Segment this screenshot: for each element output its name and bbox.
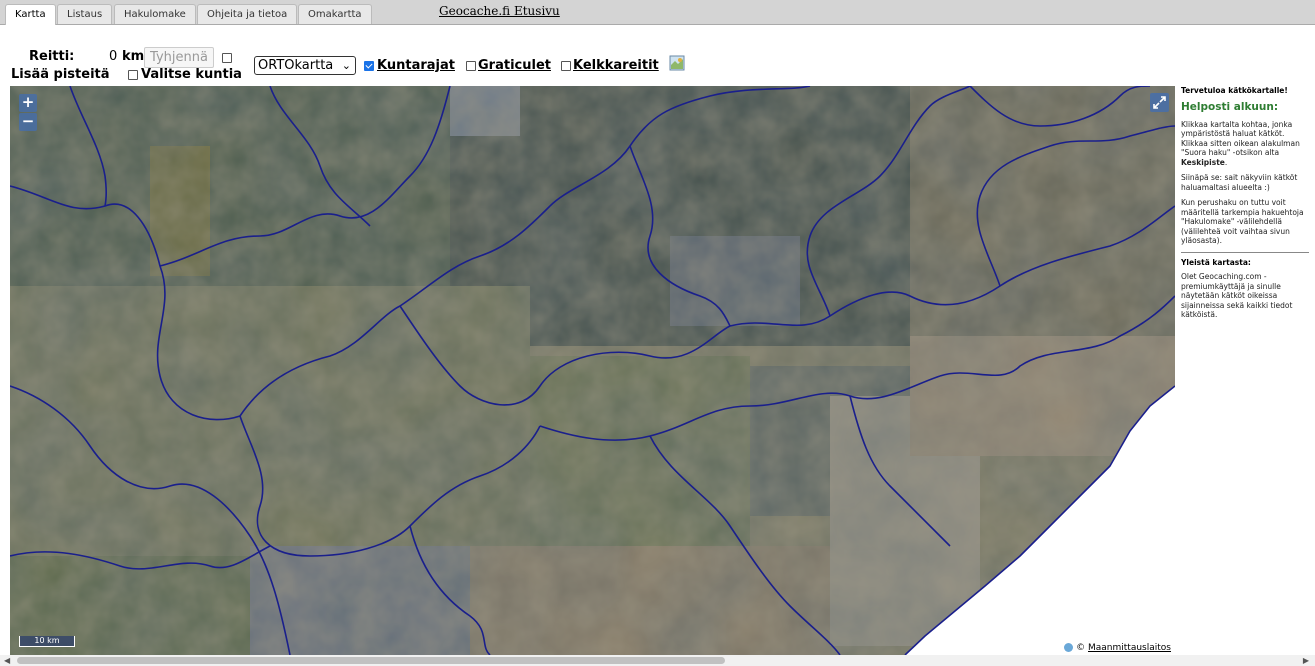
route-label: Reitti: — [29, 49, 75, 64]
fullscreen-button[interactable] — [1150, 93, 1169, 112]
select-municipalities-checkbox[interactable] — [128, 67, 138, 82]
graticules-link[interactable]: Graticulet — [478, 58, 551, 73]
chevron-down-icon: ⌄ — [341, 59, 351, 72]
home-link[interactable]: Geocache.fi Etusivu — [439, 4, 560, 18]
route-distance: 0 — [109, 49, 118, 64]
getting-started-heading: Helposti alkuun: — [1181, 100, 1279, 113]
clear-route-button[interactable]: Tyhjennä — [144, 47, 214, 68]
sled-routes-link[interactable]: Kelkkareitit — [573, 58, 659, 73]
copyright-symbol: © — [1076, 643, 1086, 653]
instructions-paragraph: Klikkaa kartalta kohtaa, jonka ympäristö… — [1181, 119, 1300, 167]
attribution-link[interactable]: Maanmittauslaitos — [1088, 643, 1171, 653]
satellite-imagery — [10, 86, 1175, 655]
map-legend-icon[interactable] — [669, 55, 685, 75]
tab-ohjeita[interactable]: Ohjeita ja tietoa — [197, 4, 298, 24]
scrollbar-thumb[interactable] — [17, 657, 725, 664]
add-points-label: Lisää pisteitä — [11, 67, 110, 82]
tab-bar: Kartta Listaus Hakulomake Ohjeita ja tie… — [0, 0, 1315, 25]
tab-omakartta[interactable]: Omakartta — [298, 4, 372, 24]
zoom-out-button[interactable]: − — [19, 113, 37, 131]
tab-kartta[interactable]: Kartta — [5, 4, 56, 25]
horizontal-scrollbar[interactable]: ◀ ▶ — [0, 655, 1315, 666]
advanced-paragraph: Kun perushaku on tuttu voit määritellä t… — [1181, 198, 1304, 245]
premium-paragraph: Olet Geocaching.com -premiumkäyttäjä ja … — [1181, 272, 1293, 319]
expand-icon — [1153, 96, 1166, 109]
select-municipalities-label: Valitse kuntia — [141, 67, 242, 82]
divider — [1181, 251, 1309, 253]
zoom-in-button[interactable]: + — [19, 94, 37, 112]
municipal-borders-checkbox[interactable] — [364, 58, 374, 73]
graticules-checkbox[interactable] — [466, 58, 476, 73]
tab-hakulomake[interactable]: Hakulomake — [114, 4, 196, 24]
scroll-left-icon[interactable]: ◀ — [4, 655, 10, 666]
map-attribution: © Maanmittauslaitos — [1060, 641, 1175, 655]
sled-routes-checkbox[interactable] — [561, 58, 571, 73]
scale-bar: 10 km — [19, 636, 75, 647]
route-unit: km — [122, 49, 145, 64]
municipal-borders-link[interactable]: Kuntarajat — [377, 58, 455, 73]
tab-listaus[interactable]: Listaus — [57, 4, 113, 24]
map-layer-selected: ORTOkartta — [258, 58, 334, 73]
map-layer-select[interactable]: ORTOkartta ⌄ — [254, 56, 356, 75]
info-panel: Tervetuloa kätkökartalle! Helposti alkuu… — [1181, 86, 1309, 326]
add-points-checkbox[interactable] — [222, 50, 232, 65]
map-view[interactable]: + − 10 km © Maanmittauslaitos — [10, 86, 1175, 655]
map-provider-icon — [1064, 643, 1074, 652]
result-paragraph: Siinäpä se: sait näkyviin kätköt haluama… — [1181, 173, 1298, 192]
scroll-right-icon[interactable]: ▶ — [1303, 655, 1309, 666]
welcome-heading: Tervetuloa kätkökartalle! — [1181, 86, 1288, 95]
general-heading: Yleistä kartasta: — [1181, 257, 1251, 267]
